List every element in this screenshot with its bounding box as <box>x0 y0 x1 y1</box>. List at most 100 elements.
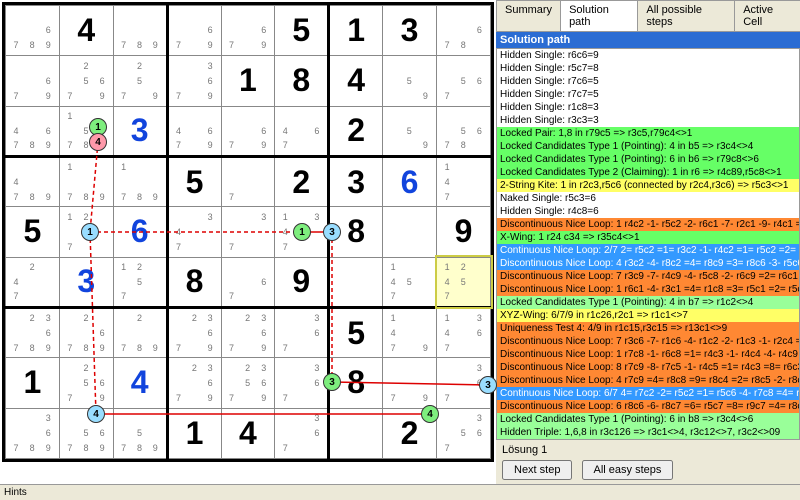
cell-r8c3[interactable]: 4 <box>113 358 167 408</box>
cell-r6c3[interactable]: 1257 <box>113 257 167 307</box>
cell-r9c7[interactable] <box>329 408 383 458</box>
cell-r3c8[interactable]: 59 <box>383 106 437 156</box>
cell-r7c7[interactable]: 5 <box>329 307 383 357</box>
solution-step[interactable]: Discontinuous Nice Loop: 7 r3c9 -7- r4c9… <box>497 270 799 283</box>
cell-r2c9[interactable]: 567 <box>437 56 491 106</box>
tab-active-cell[interactable]: Active Cell <box>734 0 800 31</box>
cell-r8c6[interactable]: 367 <box>275 358 329 408</box>
cell-r7c8[interactable]: 1479 <box>383 307 437 357</box>
solution-step[interactable]: Hidden Triple: 1,6,8 in r3c126 => r3c1<>… <box>497 426 799 439</box>
solution-step[interactable]: Discontinuous Nice Loop: 4 r7c9 =4= r8c8… <box>497 374 799 387</box>
solution-step[interactable]: Locked Candidates Type 1 (Pointing): 6 i… <box>497 153 799 166</box>
solution-steps-list[interactable]: Hidden Single: r6c6=9Hidden Single: r5c7… <box>496 48 800 440</box>
cell-r8c2[interactable]: 25679 <box>59 358 113 408</box>
cell-r3c7[interactable]: 2 <box>329 106 383 156</box>
cell-r2c6[interactable]: 8 <box>275 56 329 106</box>
solution-step[interactable]: Hidden Single: r7c6=5 <box>497 75 799 88</box>
cell-r6c5[interactable]: 67 <box>221 257 275 307</box>
cell-r7c4[interactable]: 23679 <box>167 307 221 357</box>
solution-step[interactable]: Locked Candidates Type 2 (Claiming): 1 i… <box>497 166 799 179</box>
next-step-button[interactable]: Next step <box>502 460 572 480</box>
solution-step[interactable]: Hidden Single: r5c7=8 <box>497 62 799 75</box>
cell-r4c5[interactable]: 7 <box>221 156 275 206</box>
cell-r6c6[interactable]: 9 <box>275 257 329 307</box>
cell-r8c1[interactable]: 1 <box>6 358 60 408</box>
cell-r8c5[interactable]: 235679 <box>221 358 275 408</box>
cell-r6c8[interactable]: 1457 <box>383 257 437 307</box>
solution-step[interactable]: Discontinuous Nice Loop: 6 r8c6 -6- r8c7… <box>497 400 799 413</box>
sudoku-board[interactable]: 6789478967967951367867925679257936791845… <box>0 0 496 484</box>
cell-r5c8[interactable] <box>383 207 437 257</box>
cell-r1c9[interactable]: 678 <box>437 6 491 56</box>
cell-r3c5[interactable]: 679 <box>221 106 275 156</box>
solution-step[interactable]: Locked Candidates Type 1 (Pointing): 6 i… <box>497 413 799 426</box>
cell-r6c7[interactable] <box>329 257 383 307</box>
solution-step[interactable]: 2-String Kite: 1 in r2c3,r5c6 (connected… <box>497 179 799 192</box>
cell-r5c3[interactable]: 6 <box>113 207 167 257</box>
cell-r6c2[interactable]: 3 <box>59 257 113 307</box>
cell-r1c5[interactable]: 679 <box>221 6 275 56</box>
tab-all-steps[interactable]: All possible steps <box>637 0 735 31</box>
cell-r2c5[interactable]: 1 <box>221 56 275 106</box>
solution-step[interactable]: Locked Candidates Type 1 (Pointing): 4 i… <box>497 140 799 153</box>
cell-r3c6[interactable]: 467 <box>275 106 329 156</box>
cell-r1c6[interactable]: 5 <box>275 6 329 56</box>
cell-r2c8[interactable]: 59 <box>383 56 437 106</box>
cell-r5c9[interactable]: 9 <box>437 207 491 257</box>
cell-r1c7[interactable]: 1 <box>329 6 383 56</box>
cell-r4c8[interactable]: 6 <box>383 156 437 206</box>
cell-r4c9[interactable]: 147 <box>437 156 491 206</box>
cell-r9c1[interactable]: 36789 <box>6 408 60 458</box>
cell-r8c8[interactable]: 79 <box>383 358 437 408</box>
solution-step[interactable]: X-Wing: 1 r24 c34 => r35c4<>1 <box>497 231 799 244</box>
solution-step[interactable]: Discontinuous Nice Loop: 1 r4c2 -1- r5c2… <box>497 218 799 231</box>
cell-r1c1[interactable]: 6789 <box>6 6 60 56</box>
cell-r7c5[interactable]: 23679 <box>221 307 275 357</box>
cell-r9c6[interactable]: 367 <box>275 408 329 458</box>
cell-r3c4[interactable]: 4679 <box>167 106 221 156</box>
cell-r4c1[interactable]: 4789 <box>6 156 60 206</box>
cell-r4c6[interactable]: 2 <box>275 156 329 206</box>
cell-r9c9[interactable]: 3567 <box>437 408 491 458</box>
cell-r3c1[interactable]: 46789 <box>6 106 60 156</box>
solution-step[interactable]: Hidden Single: r3c3=3 <box>497 114 799 127</box>
solution-step[interactable]: Discontinuous Nice Loop: 8 r7c9 -8- r7c5… <box>497 361 799 374</box>
solution-step[interactable]: Discontinuous Nice Loop: 1 r7c8 -1- r6c8… <box>497 348 799 361</box>
cell-r7c3[interactable]: 2789 <box>113 307 167 357</box>
cell-r6c1[interactable]: 247 <box>6 257 60 307</box>
cell-r9c5[interactable]: 4 <box>221 408 275 458</box>
solution-step[interactable]: Uniqueness Test 4: 4/9 in r1c15,r3c15 =>… <box>497 322 799 335</box>
cell-r2c3[interactable]: 2579 <box>113 56 167 106</box>
cell-r1c3[interactable]: 789 <box>113 6 167 56</box>
cell-r1c4[interactable]: 679 <box>167 6 221 56</box>
cell-r9c3[interactable]: 5789 <box>113 408 167 458</box>
cell-r6c4[interactable]: 8 <box>167 257 221 307</box>
solution-step[interactable]: Discontinuous Nice Loop: 7 r3c6 -7- r1c6… <box>497 335 799 348</box>
solution-step[interactable]: Continuous Nice Loop: 6/7 4= r7c2 -2= r5… <box>497 387 799 400</box>
cell-r5c4[interactable]: 347 <box>167 207 221 257</box>
cell-r7c9[interactable]: 13467 <box>437 307 491 357</box>
solution-step[interactable]: Hidden Single: r7c7=5 <box>497 88 799 101</box>
cell-r6c9[interactable]: 12457 <box>437 257 491 307</box>
solution-step[interactable]: Hidden Single: r6c6=9 <box>497 49 799 62</box>
cell-r4c2[interactable]: 1789 <box>59 156 113 206</box>
cell-r2c4[interactable]: 3679 <box>167 56 221 106</box>
solution-step[interactable]: XYZ-Wing: 6/7/9 in r1c26,r2c1 => r1c1<>7 <box>497 309 799 322</box>
cell-r1c8[interactable]: 3 <box>383 6 437 56</box>
cell-r4c4[interactable]: 5 <box>167 156 221 206</box>
cell-r4c7[interactable]: 3 <box>329 156 383 206</box>
cell-r9c4[interactable]: 1 <box>167 408 221 458</box>
cell-r7c2[interactable]: 26789 <box>59 307 113 357</box>
cell-r5c1[interactable]: 5 <box>6 207 60 257</box>
solution-step[interactable]: Locked Pair: 1,8 in r79c5 => r3c5,r79c4<… <box>497 127 799 140</box>
solution-step[interactable]: Continuous Nice Loop: 2/7 2= r5c2 =1= r3… <box>497 244 799 257</box>
cell-r4c3[interactable]: 1789 <box>113 156 167 206</box>
solution-step[interactable]: Locked Candidates Type 1 (Pointing): 4 i… <box>497 296 799 309</box>
cell-r7c1[interactable]: 236789 <box>6 307 60 357</box>
tab-solution-path[interactable]: Solution path <box>560 0 638 31</box>
cell-r8c4[interactable]: 23679 <box>167 358 221 408</box>
solution-step[interactable]: Discontinuous Nice Loop: 1 r6c1 -4- r3c1… <box>497 283 799 296</box>
tab-summary[interactable]: Summary <box>496 0 561 31</box>
cell-r3c3[interactable]: 3 <box>113 106 167 156</box>
cell-r2c2[interactable]: 25679 <box>59 56 113 106</box>
